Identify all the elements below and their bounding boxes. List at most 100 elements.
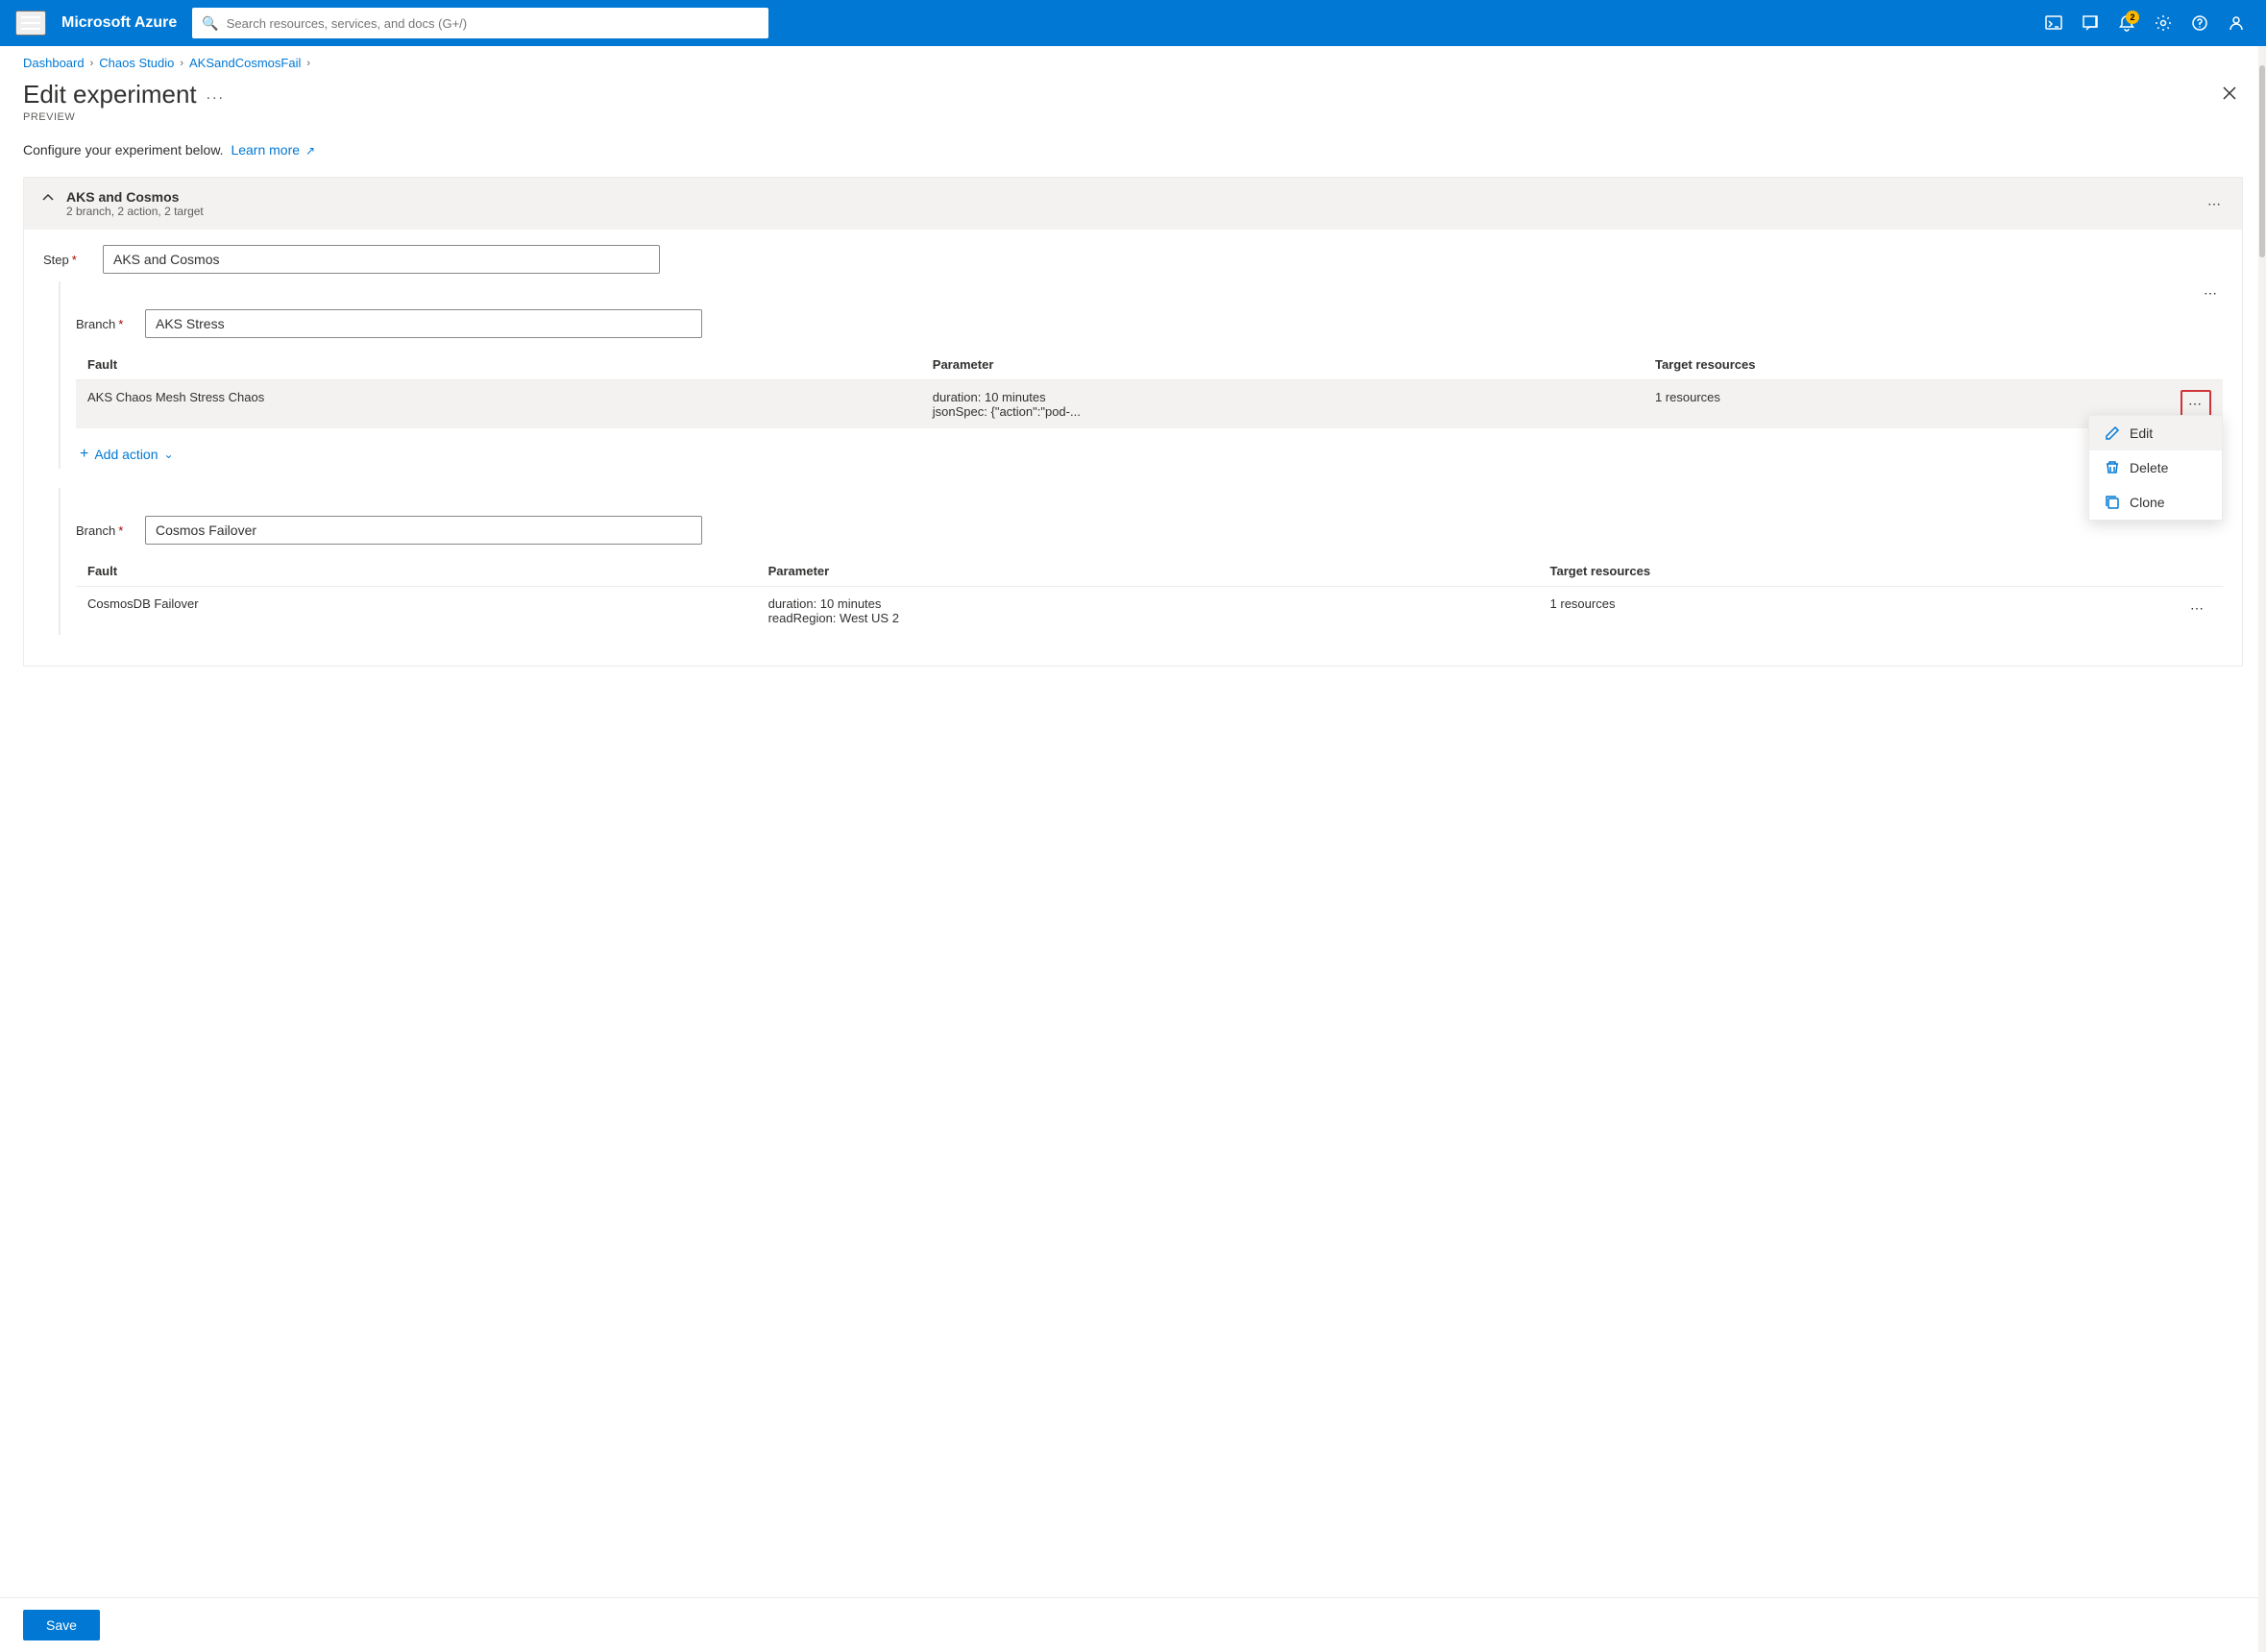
add-action-label: Add action bbox=[94, 447, 158, 462]
branch1-action-ellipsis-button[interactable]: ⋯ bbox=[2181, 390, 2211, 418]
context-menu-delete-label: Delete bbox=[2130, 460, 2168, 475]
branch1-fault-name: AKS Chaos Mesh Stress Chaos bbox=[76, 380, 921, 429]
fault-col-header: Fault bbox=[76, 350, 921, 380]
branch2-fault-table: Fault Parameter Target resources CosmosD… bbox=[76, 556, 2223, 635]
branch1-required-star: * bbox=[118, 317, 123, 331]
add-icon: + bbox=[80, 446, 88, 463]
branch1-input[interactable] bbox=[145, 309, 702, 338]
footer: Save bbox=[0, 1597, 2266, 1652]
branch2-row: Branch * bbox=[76, 516, 2223, 545]
branch2-fault-params: duration: 10 minutes readRegion: West US… bbox=[757, 587, 1539, 636]
section-header: AKS and Cosmos 2 branch, 2 action, 2 tar… bbox=[24, 178, 2242, 230]
context-menu-delete-item[interactable]: Delete bbox=[2089, 450, 2222, 485]
breadcrumb-sep-3: › bbox=[306, 58, 310, 69]
breadcrumb-dashboard[interactable]: Dashboard bbox=[23, 56, 85, 70]
branch2-label: Branch * bbox=[76, 523, 134, 538]
help-icon bbox=[2191, 14, 2208, 32]
delete-icon bbox=[2105, 460, 2120, 475]
topbar: Microsoft Azure 🔍 2 bbox=[0, 0, 2266, 46]
branch1-ellipsis-button[interactable]: ⋯ bbox=[2200, 281, 2223, 305]
clone-icon bbox=[2105, 495, 2120, 510]
learn-more-link[interactable]: Learn more ↗ bbox=[231, 142, 315, 158]
branch1-fault-row: AKS Chaos Mesh Stress Chaos duration: 10… bbox=[76, 380, 2223, 429]
add-action-button[interactable]: + Add action ⌄ bbox=[76, 440, 178, 469]
breadcrumb: Dashboard › Chaos Studio › AKSandCosmosF… bbox=[0, 46, 2266, 76]
context-menu-edit-label: Edit bbox=[2130, 425, 2153, 441]
close-button[interactable] bbox=[2216, 80, 2243, 111]
breadcrumb-sep-2: › bbox=[180, 58, 183, 69]
configure-text: Configure your experiment below. Learn m… bbox=[23, 142, 2243, 158]
content-area: Configure your experiment below. Learn m… bbox=[0, 134, 2266, 705]
feedback-icon bbox=[2082, 14, 2099, 32]
app-title: Microsoft Azure bbox=[61, 14, 177, 32]
param-col-header: Parameter bbox=[921, 350, 1644, 380]
page-title-group: Edit experiment ... bbox=[23, 80, 225, 109]
close-icon bbox=[2220, 84, 2239, 103]
notification-badge: 2 bbox=[2126, 11, 2139, 24]
search-icon: 🔍 bbox=[202, 15, 218, 32]
notification-icon-button[interactable]: 2 bbox=[2112, 9, 2141, 37]
branch1-row: Branch * bbox=[76, 309, 2223, 338]
terminal-icon bbox=[2045, 14, 2062, 32]
page-header: Edit experiment ... PREVIEW bbox=[0, 76, 2266, 134]
step-input[interactable] bbox=[103, 245, 660, 274]
user-icon bbox=[2228, 14, 2245, 32]
breadcrumb-sep-1: › bbox=[90, 58, 94, 69]
page-title-text: Edit experiment bbox=[23, 80, 197, 109]
branch2-param-col-header: Parameter bbox=[757, 556, 1539, 587]
step-required-star: * bbox=[72, 253, 77, 267]
branch2-required-star: * bbox=[118, 523, 123, 538]
terminal-icon-button[interactable] bbox=[2039, 9, 2068, 37]
branch2-input[interactable] bbox=[145, 516, 702, 545]
branch1-fault-table: Fault Parameter Target resources AKS Cha… bbox=[76, 350, 2223, 428]
help-icon-button[interactable] bbox=[2185, 9, 2214, 37]
external-link-icon: ↗ bbox=[305, 144, 315, 158]
breadcrumb-experiment[interactable]: AKSandCosmosFail bbox=[189, 56, 301, 70]
search-bar[interactable]: 🔍 bbox=[192, 8, 768, 38]
context-menu-clone-label: Clone bbox=[2130, 495, 2165, 510]
context-menu: Edit Delete bbox=[2088, 415, 2223, 521]
user-icon-button[interactable] bbox=[2222, 9, 2251, 37]
branch1-container: ⋯ Branch * Fault Parameter Targ bbox=[59, 281, 2223, 469]
branch1-ellipsis-row: ⋯ bbox=[76, 281, 2223, 305]
chevron-up-icon bbox=[41, 191, 55, 205]
branch2-fault-target: 1 resources bbox=[1539, 587, 2165, 636]
branch2-fault-row: CosmosDB Failover duration: 10 minutes r… bbox=[76, 587, 2223, 636]
settings-icon-button[interactable] bbox=[2149, 9, 2178, 37]
branch2-target-col-header: Target resources bbox=[1539, 556, 2165, 587]
section-title: AKS and Cosmos bbox=[66, 189, 204, 205]
scroll-thumb bbox=[2259, 65, 2265, 257]
topbar-icons: 2 bbox=[2039, 9, 2251, 37]
breadcrumb-chaos-studio[interactable]: Chaos Studio bbox=[99, 56, 174, 70]
settings-icon bbox=[2155, 14, 2172, 32]
context-menu-edit-item[interactable]: Edit bbox=[2089, 416, 2222, 450]
branch2-container: ⋯ Branch * Fault Parameter Targ bbox=[59, 488, 2223, 635]
context-menu-clone-item[interactable]: Clone bbox=[2089, 485, 2222, 520]
experiment-section: AKS and Cosmos 2 branch, 2 action, 2 tar… bbox=[23, 177, 2243, 667]
section-subtitle: 2 branch, 2 action, 2 target bbox=[66, 205, 204, 218]
branch1-label: Branch * bbox=[76, 317, 134, 331]
scroll-indicator[interactable] bbox=[2258, 46, 2266, 1652]
search-input[interactable] bbox=[227, 16, 760, 31]
feedback-icon-button[interactable] bbox=[2076, 9, 2105, 37]
section-ellipsis-button[interactable]: ⋯ bbox=[2204, 192, 2227, 216]
collapse-button[interactable] bbox=[39, 189, 57, 206]
branch1-action-cell: ⋯ Edit bbox=[2165, 380, 2223, 429]
branch1-fault-target: 1 resources bbox=[1644, 380, 2165, 429]
branch2-fault-name: CosmosDB Failover bbox=[76, 587, 757, 636]
branch1-fault-params: duration: 10 minutes jsonSpec: {"action"… bbox=[921, 380, 1644, 429]
branch2-ellipsis-row: ⋯ bbox=[76, 488, 2223, 512]
dropdown-caret-icon: ⌄ bbox=[164, 448, 174, 461]
section-body: Step * ⋯ Branch * bbox=[24, 230, 2242, 666]
edit-icon bbox=[2105, 425, 2120, 441]
page-title-ellipsis-button[interactable]: ... bbox=[207, 86, 225, 104]
branch2-fault-col-header: Fault bbox=[76, 556, 757, 587]
branch2-action-ellipsis-button[interactable]: ⋯ bbox=[2184, 596, 2211, 620]
target-col-header: Target resources bbox=[1644, 350, 2165, 380]
page-subtitle: PREVIEW bbox=[23, 111, 225, 123]
step-label: Step * bbox=[43, 253, 91, 267]
step-row: Step * bbox=[43, 245, 2223, 274]
save-button[interactable]: Save bbox=[23, 1610, 100, 1640]
hamburger-menu-button[interactable] bbox=[15, 11, 46, 36]
branch2-action-cell: ⋯ bbox=[2165, 587, 2223, 636]
